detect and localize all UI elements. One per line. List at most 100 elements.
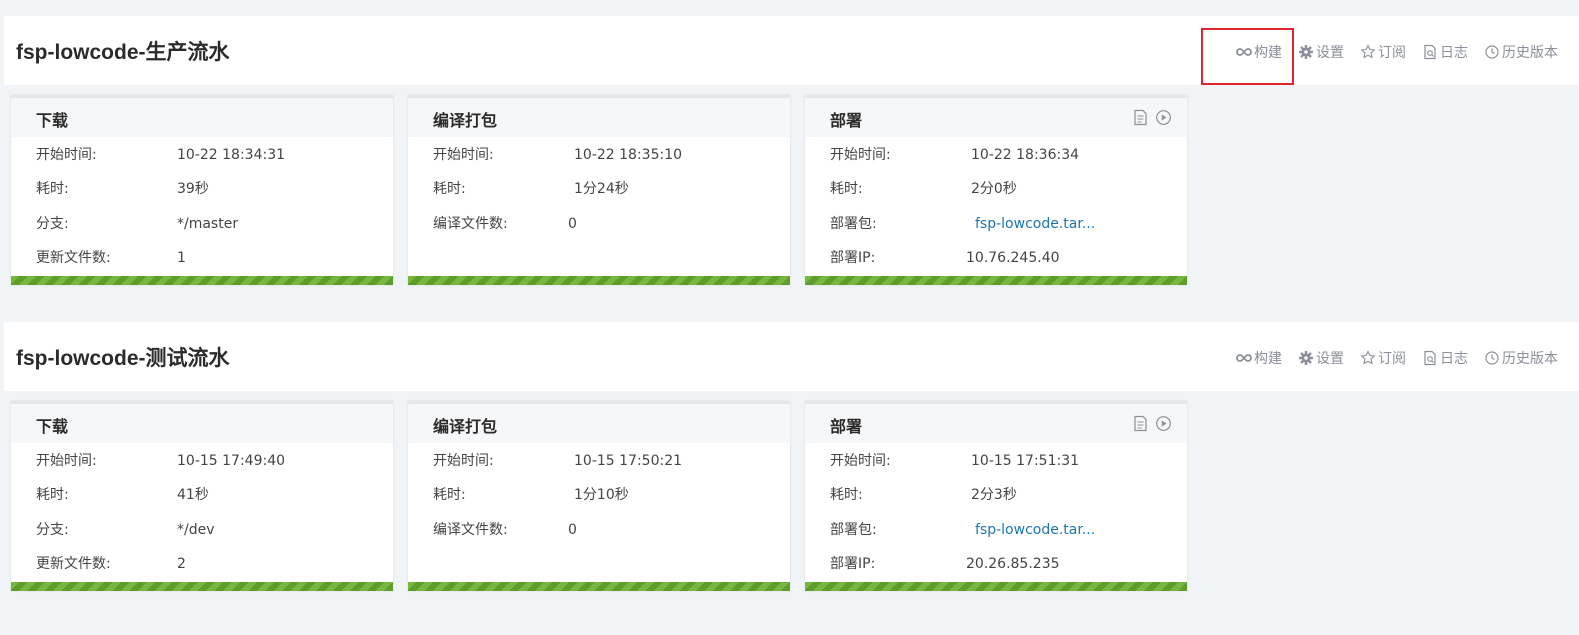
updated-files-value: 2 — [177, 556, 186, 572]
compiled-files-label: 编译文件数: — [433, 522, 508, 538]
history-clock-icon — [1485, 45, 1499, 59]
deploy-ip-value: 20.26.85.235 — [966, 556, 1060, 572]
duration-value: 2分3秒 — [971, 487, 1017, 503]
branch-label: 分支: — [36, 216, 69, 232]
updated-files-label: 更新文件数: — [36, 556, 111, 572]
branch-value: */master — [177, 216, 239, 232]
star-outline-icon — [1360, 350, 1376, 365]
gear-icon — [1299, 45, 1313, 59]
compiled-files-value: 0 — [568, 216, 577, 232]
compiled-files-label: 编译文件数: — [433, 216, 508, 232]
deploy-package-link[interactable]: fsp-lowcode.tar... — [975, 520, 1095, 540]
build-button[interactable]: 构建 — [1236, 348, 1282, 368]
settings-button[interactable]: 设置 — [1298, 42, 1344, 62]
deploy-log-icon[interactable] — [1132, 109, 1149, 126]
pipeline-header: fsp-lowcode-测试流水 构建 设置 订阅 日志 历史版本 — [4, 322, 1579, 391]
log-button[interactable]: 日志 — [1422, 348, 1468, 368]
start-time-label: 开始时间: — [433, 147, 494, 163]
pipeline-test: fsp-lowcode-测试流水 构建 设置 订阅 日志 历史版本 下载 开始时… — [0, 322, 1579, 591]
stage-deploy: 部署 开始时间: 10-15 17:51:31 耗时: 2分3秒 部署包: fs… — [805, 401, 1187, 591]
stage-build: 编译打包 开始时间: 10-22 18:35:10 耗时: 1分24秒 编译文件… — [408, 95, 790, 285]
pipeline-header: fsp-lowcode-生产流水 构建 设置 订阅 日志 历史版本 — [4, 16, 1579, 85]
duration-value: 41秒 — [177, 487, 209, 503]
history-button[interactable]: 历史版本 — [1484, 42, 1558, 62]
start-time-label: 开始时间: — [433, 453, 494, 469]
updated-files-value: 1 — [177, 250, 186, 266]
start-time-value: 10-15 17:50:21 — [574, 453, 683, 469]
stage-progress-bar — [805, 582, 1187, 591]
subscribe-button[interactable]: 订阅 — [1360, 348, 1406, 368]
pipeline-title: fsp-lowcode-生产流水 — [16, 41, 230, 64]
stage-list: 下载 开始时间: 10-22 18:34:31 耗时: 39秒 分支: */ma… — [11, 95, 1211, 285]
stage-title: 下载 — [36, 417, 69, 436]
pipeline-title: fsp-lowcode-测试流水 — [16, 347, 230, 370]
settings-label: 设置 — [1316, 351, 1344, 367]
deploy-log-icon[interactable] — [1132, 415, 1149, 432]
pipeline-actions: 构建 设置 订阅 日志 历史版本 — [1236, 348, 1558, 368]
duration-label: 耗时: — [433, 181, 466, 197]
stage-header: 编译打包 — [408, 98, 790, 137]
play-icon[interactable] — [1155, 415, 1172, 432]
stage-header: 编译打包 — [408, 404, 790, 443]
deploy-ip-label: 部署IP: — [830, 250, 876, 266]
build-label: 构建 — [1254, 45, 1282, 61]
history-label: 历史版本 — [1502, 351, 1558, 367]
start-time-value: 10-15 17:49:40 — [177, 453, 286, 469]
stage-title: 编译打包 — [433, 111, 498, 130]
build-label: 构建 — [1254, 351, 1282, 367]
duration-value: 1分24秒 — [574, 181, 629, 197]
log-document-icon — [1424, 44, 1436, 60]
stage-title: 下载 — [36, 111, 69, 130]
stage-title: 部署 — [830, 111, 863, 130]
settings-button[interactable]: 设置 — [1298, 348, 1344, 368]
stage-progress-bar — [805, 276, 1187, 285]
start-time-label: 开始时间: — [830, 453, 891, 469]
stage-download: 下载 开始时间: 10-22 18:34:31 耗时: 39秒 分支: */ma… — [11, 95, 393, 285]
subscribe-label: 订阅 — [1378, 351, 1406, 367]
start-time-label: 开始时间: — [36, 147, 97, 163]
duration-value: 1分10秒 — [574, 487, 629, 503]
stage-progress-bar — [408, 276, 790, 285]
branch-label: 分支: — [36, 522, 69, 538]
start-time-label: 开始时间: — [36, 453, 97, 469]
log-button[interactable]: 日志 — [1422, 42, 1468, 62]
subscribe-button[interactable]: 订阅 — [1360, 42, 1406, 62]
stage-progress-bar — [11, 582, 393, 591]
deploy-package-link[interactable]: fsp-lowcode.tar... — [975, 214, 1095, 234]
stage-title: 部署 — [830, 417, 863, 436]
gear-icon — [1299, 351, 1313, 365]
duration-value: 39秒 — [177, 181, 209, 197]
stage-tools — [1126, 109, 1172, 126]
branch-value: */dev — [177, 522, 215, 538]
duration-label: 耗时: — [36, 181, 69, 197]
duration-value: 2分0秒 — [971, 181, 1017, 197]
stage-progress-bar — [408, 582, 790, 591]
duration-label: 耗时: — [830, 487, 863, 503]
start-time-value: 10-22 18:35:10 — [574, 147, 683, 163]
stage-tools — [1126, 415, 1172, 432]
history-label: 历史版本 — [1502, 45, 1558, 61]
build-button[interactable]: 构建 — [1236, 42, 1282, 62]
pipeline-actions: 构建 设置 订阅 日志 历史版本 — [1236, 42, 1558, 62]
duration-label: 耗时: — [433, 487, 466, 503]
stage-header: 部署 — [805, 98, 1187, 137]
log-label: 日志 — [1440, 45, 1468, 61]
deploy-package-label: 部署包: — [830, 216, 877, 232]
play-icon[interactable] — [1155, 109, 1172, 126]
log-document-icon — [1424, 350, 1436, 366]
updated-files-label: 更新文件数: — [36, 250, 111, 266]
stage-header: 部署 — [805, 404, 1187, 443]
infinity-icon — [1236, 354, 1252, 362]
history-button[interactable]: 历史版本 — [1484, 348, 1558, 368]
start-time-value: 10-15 17:51:31 — [971, 453, 1080, 469]
infinity-icon — [1236, 48, 1252, 56]
settings-label: 设置 — [1316, 45, 1344, 61]
stage-header: 下载 — [11, 98, 393, 137]
start-time-label: 开始时间: — [830, 147, 891, 163]
duration-label: 耗时: — [36, 487, 69, 503]
start-time-value: 10-22 18:34:31 — [177, 147, 286, 163]
deploy-package-label: 部署包: — [830, 522, 877, 538]
log-label: 日志 — [1440, 351, 1468, 367]
pipeline-production: fsp-lowcode-生产流水 构建 设置 订阅 日志 历史版本 下载 开始时… — [0, 16, 1579, 285]
stage-deploy: 部署 开始时间: 10-22 18:36:34 耗时: 2分0秒 部署包: fs… — [805, 95, 1187, 285]
